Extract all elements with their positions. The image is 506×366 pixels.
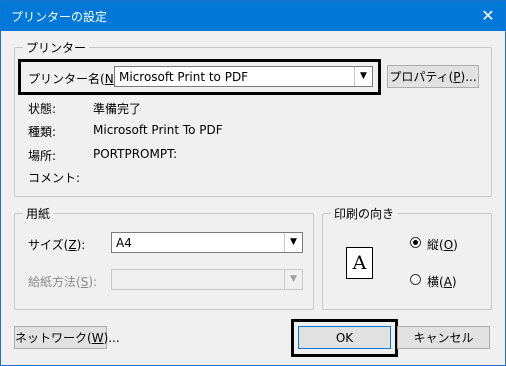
paper-size-value: A4 [116, 236, 132, 250]
ok-button[interactable]: OK [298, 326, 391, 349]
dialog-title: プリンターの設定 [11, 10, 108, 24]
paper-group: 用紙 [14, 205, 314, 310]
properties-button[interactable]: プロパティ(P)... [387, 65, 479, 88]
chevron-down-icon[interactable]: ▼ [284, 233, 302, 252]
portrait-radio[interactable] [410, 237, 421, 248]
orientation-document-icon: A [346, 247, 373, 279]
network-button[interactable]: ネットワーク(W)... [14, 326, 120, 349]
printer-group-legend: プリンター [23, 39, 90, 56]
printer-setup-dialog: プリンターの設定 ✕ プリンター プリンター名(N): Microsoft Pr… [0, 0, 506, 366]
chevron-down-icon: ▼ [284, 270, 302, 289]
cancel-button[interactable]: キャンセル [397, 326, 490, 349]
landscape-radio[interactable] [410, 274, 421, 285]
printer-name-label: プリンター名(N): [28, 72, 122, 86]
paper-size-select[interactable]: A4 ▼ [111, 232, 303, 253]
paper-group-legend: 用紙 [23, 205, 54, 222]
orientation-group-legend: 印刷の向き [331, 205, 398, 222]
status-label: 状態: [28, 102, 57, 116]
type-label: 種類: [28, 125, 57, 139]
status-value: 準備完了 [93, 102, 142, 116]
printer-name-select[interactable]: Microsoft Print to PDF ▼ [114, 66, 373, 87]
landscape-label[interactable]: 横(A) [427, 273, 457, 290]
paper-source-label: 給紙方法(S): [28, 275, 98, 289]
portrait-label[interactable]: 縦(O) [427, 236, 458, 253]
location-value: PORTPROMPT: [93, 147, 178, 161]
location-label: 場所: [28, 149, 57, 163]
type-value: Microsoft Print To PDF [93, 123, 223, 137]
close-icon[interactable]: ✕ [471, 1, 505, 31]
paper-source-select: ▼ [111, 269, 303, 290]
comment-label: コメント: [28, 171, 81, 185]
chevron-down-icon[interactable]: ▼ [354, 67, 372, 86]
printer-name-value: Microsoft Print to PDF [119, 70, 249, 84]
orientation-letter: A [352, 252, 367, 274]
title-bar: プリンターの設定 ✕ [1, 1, 505, 31]
paper-size-label: サイズ(Z): [28, 238, 86, 252]
